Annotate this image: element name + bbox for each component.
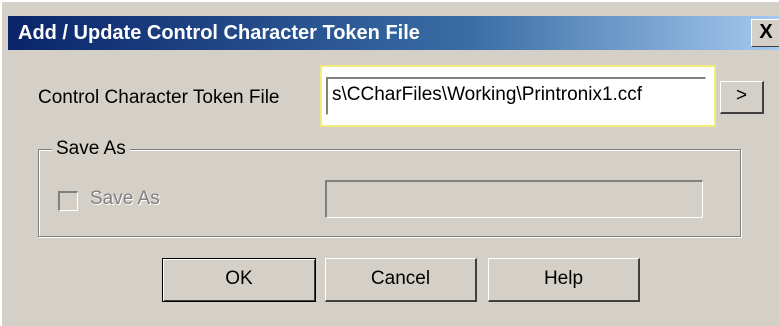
token-file-input[interactable]: s\CCharFiles\Working\Printronix1.ccf [326, 77, 706, 115]
help-button[interactable]: Help [488, 258, 640, 302]
save-as-checkbox-label: Save As [90, 188, 160, 209]
save-as-input[interactable] [325, 180, 703, 218]
close-button[interactable]: X [751, 19, 779, 47]
browse-button[interactable]: > [720, 81, 764, 114]
title-bar[interactable]: Add / Update Control Character Token Fil… [8, 16, 779, 50]
token-file-label: Control Character Token File [38, 87, 280, 108]
chevron-right-icon: > [735, 85, 748, 106]
save-as-checkbox[interactable] [58, 191, 78, 211]
ok-button[interactable]: OK [162, 258, 316, 302]
cancel-button[interactable]: Cancel [325, 258, 477, 302]
close-icon: X [759, 21, 773, 43]
dialog-window: Add / Update Control Character Token Fil… [0, 0, 779, 326]
save-as-group-legend: Save As [52, 138, 130, 160]
dialog-title: Add / Update Control Character Token Fil… [18, 22, 420, 44]
